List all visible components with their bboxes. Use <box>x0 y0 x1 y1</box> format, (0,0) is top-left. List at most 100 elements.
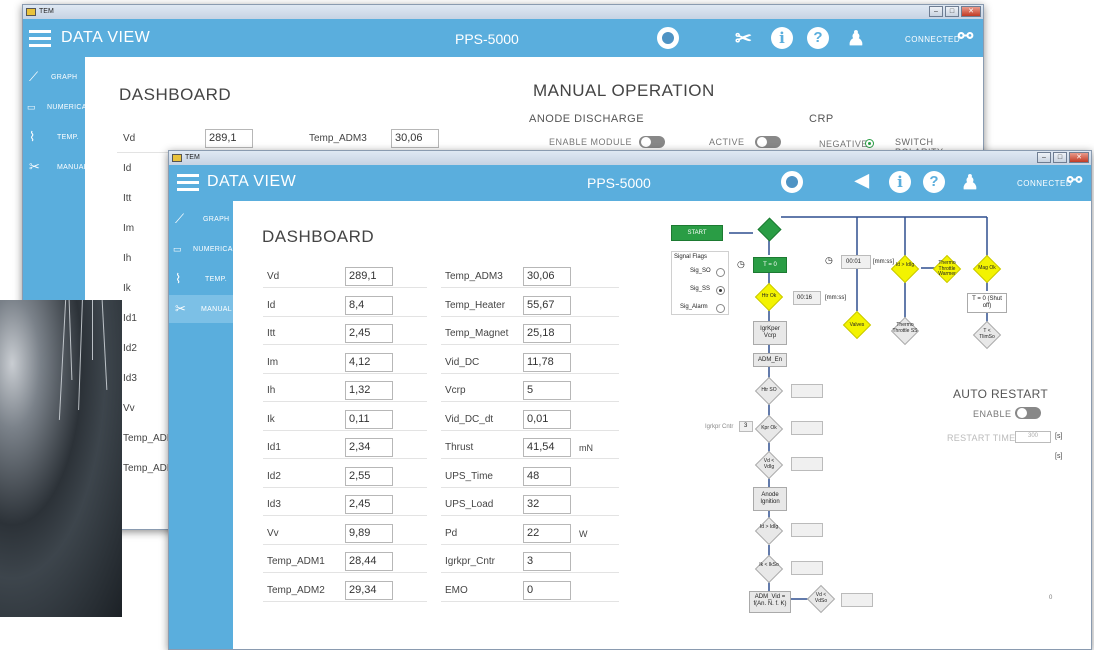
signal-flags-title: Signal Flags <box>674 254 708 260</box>
back-row-label: Id <box>123 163 132 174</box>
vd-vdig-field[interactable] <box>791 457 823 471</box>
thermo-ss-label: Thermo Throttle SS <box>892 322 918 334</box>
nav-numerical[interactable]: ▭ Numerical <box>23 93 91 121</box>
thermo-warmer-label: Thermo Throttle Warmer <box>938 260 956 277</box>
signal-flags-panel: Signal Flags Sig_SO Sig_SS Sig_Alarm <box>671 251 729 315</box>
shut-off-node: T = 0 (Shut off) <box>967 293 1007 313</box>
device-name: PPS-5000 <box>455 31 519 47</box>
enable-module-toggle[interactable] <box>639 136 665 148</box>
front-window: TEM – □ ✕ Data View PPS-5000 ◀ i ? ♟ CON… <box>168 150 1092 650</box>
zero-label: 0 <box>1049 595 1053 601</box>
thermometer-icon: ⌇ <box>29 129 36 144</box>
back-row-label: Id3 <box>123 373 137 384</box>
back-row-label: Ih <box>123 253 132 264</box>
kpr-ok-field[interactable] <box>791 421 823 435</box>
timer1-unit: [mm:ss] <box>873 259 894 265</box>
restart-time-label: RESTART TIME <box>947 433 1016 443</box>
back-row-label: Id2 <box>123 343 137 354</box>
htr-so-label: Htr SO <box>761 387 777 393</box>
timer-icon: ◷ <box>737 259 745 269</box>
restart-time-field[interactable]: 300 <box>1015 431 1051 443</box>
back-vd-value: 289,1 <box>205 129 253 148</box>
anode-ignition-node: Anode Ignition <box>753 487 787 511</box>
connection-status: CONNECTED <box>905 35 961 44</box>
mag-ok-label: Mag Ok <box>978 265 996 271</box>
htr-so-field[interactable] <box>791 384 823 398</box>
nav-graph[interactable]: ⟋ Graph <box>23 63 85 91</box>
timer1-field: 00:01 <box>841 255 871 269</box>
manual-operation-title: MANUAL OPERATION <box>533 81 715 100</box>
auto-restart-toggle[interactable] <box>1015 407 1041 419</box>
minimize-button[interactable]: – <box>929 6 943 17</box>
second-unit-label: [s] <box>1055 453 1063 460</box>
back-header: Data View PPS-5000 ✂ i ? ♟ CONNECTED ⚯ <box>23 19 983 57</box>
menu-icon[interactable] <box>29 30 51 48</box>
negative-radio[interactable] <box>865 139 874 148</box>
back-temp-adm3-value: 30,06 <box>391 129 439 148</box>
id-idig-label: Id > IdIg <box>759 524 779 530</box>
back-row-label: Vd <box>123 133 136 144</box>
vd-vdso-field[interactable] <box>841 593 873 607</box>
timer2-field: 00:16 <box>793 291 821 305</box>
ik-ikso-label: Ik < IkSo <box>759 562 779 568</box>
igrkpr-cntr-field: 3 <box>739 421 753 432</box>
stop-icon[interactable] <box>657 27 679 49</box>
tools-icon: ✂ <box>29 159 41 174</box>
bell-icon[interactable]: ♟ <box>847 26 865 51</box>
numerical-icon: ▭ <box>27 102 36 112</box>
kpr-ok-label: Kpr Ok <box>761 425 777 431</box>
back-row-label: Im <box>123 223 135 234</box>
nav-temp[interactable]: ⌇ Temp. <box>23 123 85 151</box>
nav-manual[interactable]: ✂ Manual <box>23 153 88 181</box>
t-tlimso-label: T < TlimSo <box>979 328 995 340</box>
flag-label: Sig_SO <box>690 268 711 274</box>
back-row-label: Ik <box>123 283 131 294</box>
back-dashboard-title: DASHBOARD <box>119 85 232 104</box>
tools-icon[interactable]: ✂ <box>735 26 752 51</box>
valves-label: Valves <box>849 322 865 328</box>
adm-en-node: ADM_En <box>753 353 787 367</box>
thruster-photo <box>0 300 122 617</box>
active-toggle[interactable] <box>755 136 781 148</box>
ik-ikso-field[interactable] <box>791 561 823 575</box>
flag-label: Sig_SS <box>690 286 711 292</box>
t0-node[interactable]: T = 0 <box>753 257 787 273</box>
app-logo-icon <box>26 8 36 16</box>
back-row-label: Id1 <box>123 313 137 324</box>
igrkpr-cntr-label: Igrkpr Cntr <box>705 424 734 430</box>
back-titlebar: TEM – □ ✕ <box>23 5 983 19</box>
igrkpr-vcrp-node: IgrKper Vcrp <box>753 321 787 345</box>
help-icon[interactable]: ? <box>807 27 829 49</box>
info-icon[interactable]: i <box>771 27 793 49</box>
vd-vdig-label: Vd < VdIg <box>763 458 775 470</box>
back-row-label: Itt <box>123 193 132 204</box>
back-temp-adm3-label: Temp_ADM3 <box>309 133 367 144</box>
flag-ss-radio[interactable] <box>716 286 725 295</box>
link-icon[interactable]: ⚯ <box>958 26 973 47</box>
vd-vdso-label: Vd < VdSo <box>814 592 828 604</box>
graph-icon: ⟋ <box>29 69 39 84</box>
flag-label: Sig_Alarm <box>680 304 708 310</box>
start-node[interactable]: START <box>671 225 723 241</box>
back-row-label: Vv <box>123 403 135 414</box>
auto-restart-title: AUTO RESTART <box>953 387 1048 401</box>
id-idig2-label: Id > IdIg <box>895 262 915 268</box>
flag-alarm-radio[interactable] <box>716 304 725 313</box>
adm-vid-node: ADM_Vid = f(An. N. f. K) <box>749 591 791 613</box>
close-button[interactable]: ✕ <box>961 6 981 17</box>
back-window-title: TEM <box>39 8 54 15</box>
htr-ok-label: Htr Ok <box>761 293 777 299</box>
anode-discharge-label: ANODE DISCHARGE <box>529 113 645 125</box>
app-title: Data View <box>61 29 151 46</box>
timer-icon: ◷ <box>825 255 833 265</box>
maximize-button[interactable]: □ <box>945 6 959 17</box>
enable-module-label: ENABLE MODULE <box>549 137 633 147</box>
id-idig-field[interactable] <box>791 523 823 537</box>
active-label: ACTIVE <box>709 137 745 147</box>
restart-time-unit: [s] <box>1055 433 1063 440</box>
enable-label: ENABLE <box>973 409 1012 419</box>
crp-label: CRP <box>809 113 834 125</box>
timer2-unit: [mm:ss] <box>825 295 846 301</box>
negative-label: NEGATIVE <box>819 139 868 149</box>
flag-so-radio[interactable] <box>716 268 725 277</box>
